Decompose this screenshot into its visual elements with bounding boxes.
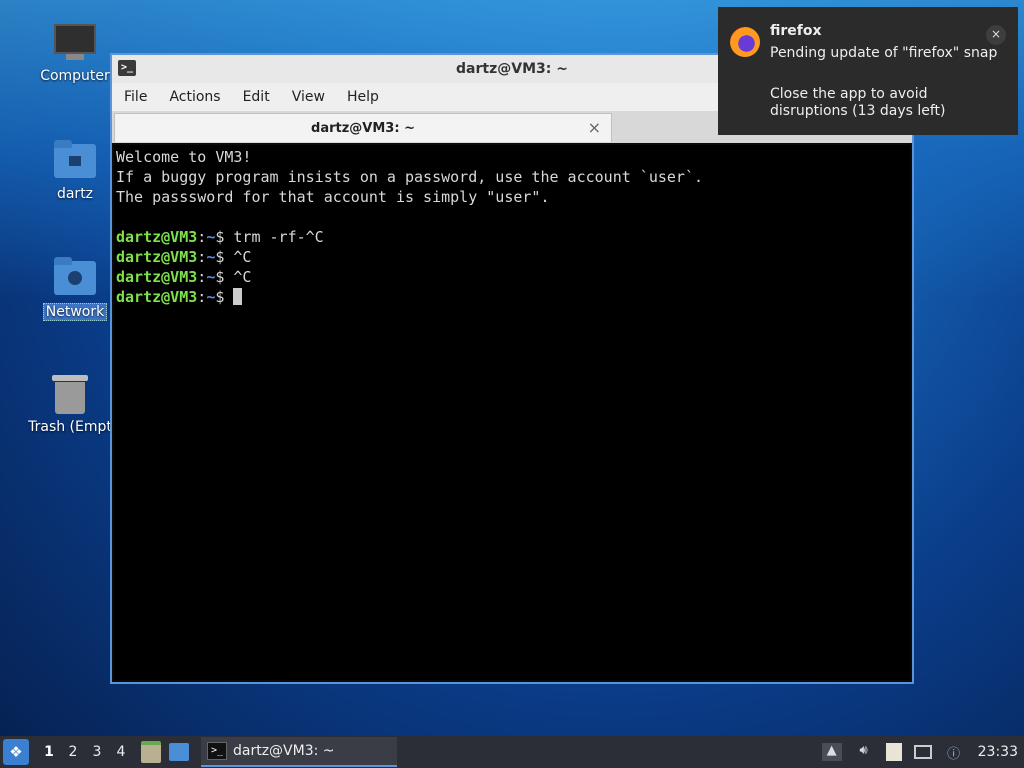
taskbar: ❖ 1 2 3 4 >_ dartz@VM3: ~ ▲ 🔊︎ ⓘ 23:33 (0, 736, 1024, 768)
prompt-sep: : (197, 248, 207, 266)
prompt-path: ~ (206, 248, 216, 266)
menu-actions[interactable]: Actions (161, 89, 228, 105)
volume-icon[interactable]: 🔊︎ (854, 743, 874, 761)
terminal-cursor (233, 288, 243, 305)
prompt-sep: : (197, 288, 207, 306)
start-menu-icon[interactable]: ❖ (3, 739, 29, 765)
workspace-2[interactable]: 2 (61, 744, 85, 760)
terminal-line: The passsword for that account is simply… (116, 188, 550, 206)
prompt-end: $ (215, 228, 234, 246)
terminal-window[interactable]: >_ dartz@VM3: ~ File Actions Edit View H… (110, 53, 914, 684)
prompt-path: ~ (206, 288, 216, 306)
clipboard-icon[interactable] (885, 743, 902, 761)
computer-icon (54, 22, 96, 64)
prompt-user: dartz@VM3 (116, 288, 198, 306)
workspace-1[interactable]: 1 (37, 744, 61, 760)
prompt-end: $ (215, 288, 234, 306)
menu-file[interactable]: File (116, 89, 155, 105)
tab-terminal[interactable]: dartz@VM3: ~ × (114, 113, 612, 142)
file-manager-icon[interactable] (141, 741, 161, 763)
terminal-prompt-line: dartz@VM3:~$ (116, 287, 908, 307)
prompt-user: dartz@VM3 (116, 248, 198, 266)
task-label: dartz@VM3: ~ (233, 743, 335, 759)
menu-edit[interactable]: Edit (235, 89, 278, 105)
notification-popup[interactable]: firefox Pending update of "firefox" snap… (718, 7, 1018, 135)
command-text: ^C (233, 268, 252, 286)
desktop-icon-label: Network (42, 303, 108, 321)
tab-label: dartz@VM3: ~ (311, 120, 415, 136)
window-title: dartz@VM3: ~ (456, 61, 568, 77)
workspace-4[interactable]: 4 (109, 744, 133, 760)
prompt-user: dartz@VM3 (116, 228, 198, 246)
menu-help[interactable]: Help (339, 89, 387, 105)
terminal-prompt-line: dartz@VM3:~$ trm -rf-^C (116, 227, 908, 247)
desktop-icon-trash[interactable]: Trash (Empt (25, 373, 115, 435)
tab-close-icon[interactable]: × (588, 118, 601, 137)
command-text: ^C (233, 248, 252, 266)
terminal-line: Welcome to VM3! (116, 148, 252, 166)
network-folder-icon (54, 257, 96, 299)
clock[interactable]: 23:33 (978, 744, 1018, 760)
prompt-user: dartz@VM3 (116, 268, 198, 286)
network-icon[interactable] (913, 745, 932, 759)
terminal-task-icon: >_ (207, 742, 227, 760)
terminal-app-icon[interactable]: >_ (118, 60, 136, 76)
notification-close-icon[interactable]: × (986, 25, 1006, 45)
terminal-prompt-line: dartz@VM3:~$ ^C (116, 247, 908, 267)
prompt-end: $ (215, 268, 234, 286)
desktop-icon-label: Trash (Empt (28, 419, 112, 435)
tray-arrow-icon[interactable]: ▲ (821, 743, 842, 761)
command-text: trm -rf-^C (233, 228, 324, 246)
notification-detail: Close the app to avoid disruptions (13 d… (770, 86, 946, 119)
desktop-icon-label: dartz (56, 186, 94, 202)
desktop-icon-home[interactable]: dartz (30, 140, 120, 202)
notification-title: firefox (770, 23, 822, 39)
prompt-sep: : (197, 268, 207, 286)
prompt-path: ~ (206, 228, 216, 246)
prompt-sep: : (197, 228, 207, 246)
prompt-end: $ (215, 248, 234, 266)
show-desktop-icon[interactable] (169, 743, 189, 761)
system-tray: ▲ 🔊︎ ⓘ 23:33 (816, 743, 1024, 762)
home-folder-icon (54, 140, 96, 182)
desktop-icon-network[interactable]: Network (30, 257, 120, 321)
terminal-line: If a buggy program insists on a password… (116, 168, 703, 186)
terminal-prompt-line: dartz@VM3:~$ ^C (116, 267, 908, 287)
trash-icon (49, 373, 91, 415)
desktop-icon-computer[interactable]: Computer (30, 22, 120, 84)
desktop-icon-label: Computer (40, 68, 110, 84)
prompt-path: ~ (206, 268, 216, 286)
menu-view[interactable]: View (284, 89, 333, 105)
terminal-output[interactable]: Welcome to VM3! If a buggy program insist… (114, 145, 910, 680)
firefox-icon (730, 27, 760, 57)
taskbar-task-terminal[interactable]: >_ dartz@VM3: ~ (201, 737, 397, 767)
notification-message: Pending update of "firefox" snap (770, 45, 998, 61)
workspace-3[interactable]: 3 (85, 744, 109, 760)
update-notifier-icon[interactable]: ⓘ (944, 743, 964, 762)
